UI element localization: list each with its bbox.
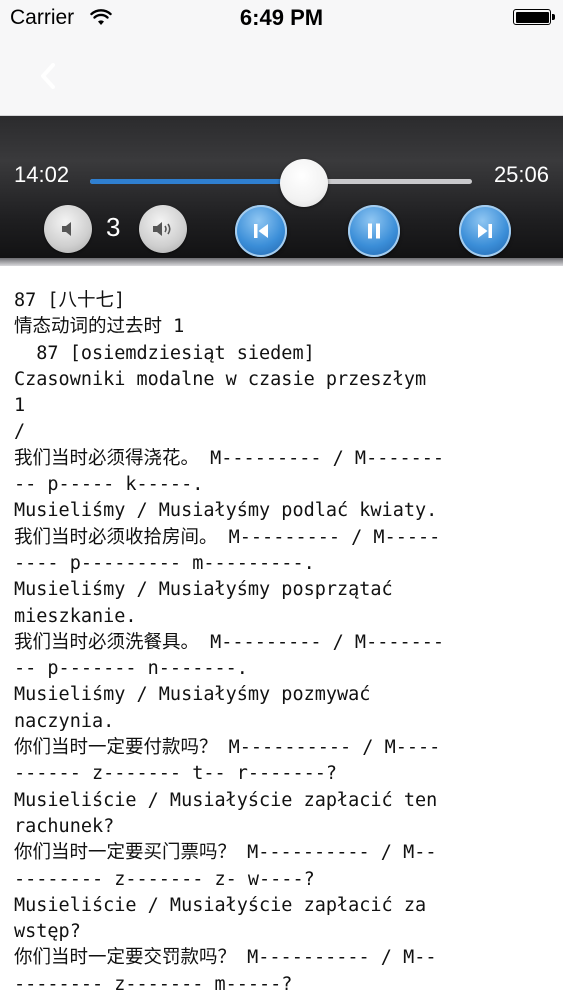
- back-button[interactable]: [30, 56, 66, 96]
- lesson-line: 我们当时必须洗餐具。 M--------- / M-------: [14, 631, 445, 653]
- lesson-line: Musieliśmy / Musiałyśmy pozmywać: [14, 684, 371, 706]
- skip-next-icon: [478, 224, 492, 238]
- audio-player: 14:02 25:06 3: [0, 116, 563, 266]
- skip-previous-icon: [254, 224, 268, 238]
- volume-down-button[interactable]: [44, 205, 92, 253]
- lesson-line: 你们当时一定要买门票吗？ M---------- / M--: [14, 842, 437, 864]
- status-bar: Carrier 6:49 PM: [0, 0, 563, 40]
- lesson-line: 我们当时必须得浇花。 M--------- / M-------: [14, 447, 445, 469]
- lesson-line: /: [14, 421, 26, 443]
- lesson-line: 情态动词的过去时 1: [14, 316, 185, 338]
- lesson-line: 87 [osiemdziesiąt siedem]: [14, 342, 315, 364]
- lesson-line: wstęp?: [14, 921, 81, 943]
- chevron-left-icon: [41, 63, 55, 89]
- lesson-line: ------ z------- t-- r-------?: [14, 763, 338, 785]
- lesson-line: 我们当时必须收拾房间。 M--------- / M-----: [14, 526, 441, 548]
- lesson-line: Musieliśmy / Musiałyśmy posprzątać: [14, 579, 393, 601]
- next-track-button[interactable]: [459, 205, 511, 257]
- speaker-low-icon: [62, 222, 71, 236]
- battery-icon: [513, 9, 555, 25]
- lesson-line: mieszkanie.: [14, 605, 137, 627]
- volume-level: 3: [106, 212, 121, 242]
- lesson-line: Musieliście / Musiałyście zapłacić ten: [14, 789, 438, 811]
- lesson-line: naczynia.: [14, 710, 115, 732]
- pause-icon: [368, 223, 380, 239]
- lesson-line: Musieliśmy / Musiałyśmy podlać kwiaty.: [14, 500, 438, 522]
- lesson-line: 1: [14, 395, 26, 417]
- progress-slider[interactable]: [90, 159, 472, 207]
- lesson-line: 你们当时一定要交罚款吗？ M---------- / M--: [14, 947, 437, 969]
- volume-up-button[interactable]: [139, 205, 187, 253]
- lesson-line: -------- z------- z- w----?: [14, 868, 315, 890]
- lesson-line: -- p----- k-----.: [14, 474, 204, 496]
- lesson-line: ---- p--------- m---------.: [14, 552, 315, 574]
- lesson-line: -------- z------- m-----?: [14, 973, 293, 995]
- progress-knob[interactable]: [279, 159, 328, 207]
- lesson-text: 87 [八十七] 情态动词的过去时 1 87 [osiemdziesiąt sie…: [14, 288, 554, 998]
- lesson-line: Czasowniki modalne w czasie przeszłym: [14, 368, 427, 390]
- lesson-line: 你们当时一定要付款吗？ M---------- / M----: [14, 737, 441, 759]
- total-time: 25:06: [493, 162, 549, 187]
- speaker-high-icon: [153, 222, 171, 236]
- top-bar: Carrier 6:49 PM: [0, 0, 563, 116]
- lesson-line: Musieliście / Musiałyście zapłacić za: [14, 894, 427, 916]
- status-time: 6:49 PM: [239, 5, 324, 30]
- lesson-line: -- p------- n-------.: [14, 658, 248, 680]
- elapsed-time: 14:02: [14, 162, 70, 187]
- pause-button[interactable]: [348, 205, 400, 257]
- previous-track-button[interactable]: [235, 205, 287, 257]
- progress-played: [90, 179, 304, 184]
- lesson-line: rachunek?: [14, 815, 115, 837]
- lesson-line: 87 [八十七]: [14, 290, 126, 311]
